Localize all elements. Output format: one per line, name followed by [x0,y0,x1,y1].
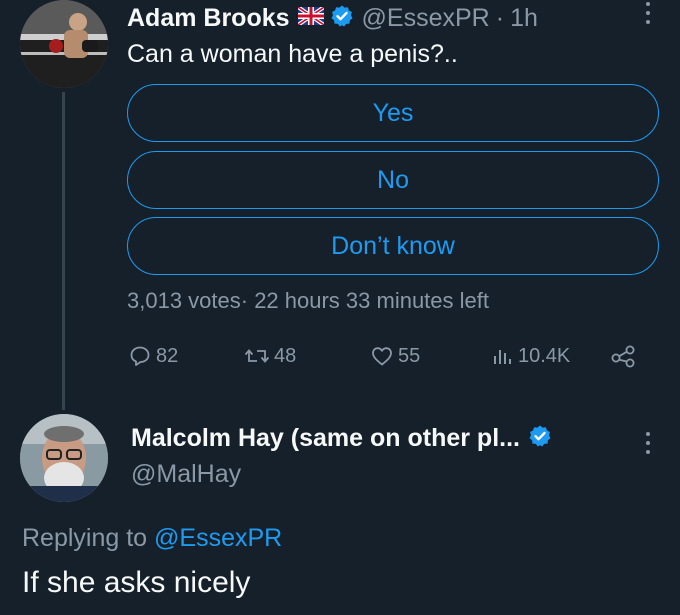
share-icon [611,345,635,368]
more-options-icon[interactable] [638,432,658,454]
separator-dot: · [495,3,505,32]
retweet-count: 48 [274,344,297,367]
reply-author-handle[interactable]: @MalHay [131,460,241,489]
poll-option-no[interactable]: No [127,151,659,209]
tweet-text: Can a woman have a penis?.. [127,40,458,68]
views-icon [494,350,511,364]
author-handle[interactable]: @EssexPR [362,4,490,33]
verified-badge-icon [330,4,354,33]
reply-header: Malcolm Hay (same on other pl... [131,424,552,453]
uk-flag-icon [296,4,325,30]
reply-button[interactable]: 82 [128,344,178,368]
tweet-header: Adam Brooks @EssexPR · 1h [127,0,538,36]
poll-option-dont-know[interactable]: Don’t know [127,217,659,275]
reply-count: 82 [156,344,179,367]
verified-badge-icon [528,424,552,453]
tweet-thread: Adam Brooks @EssexPR · 1h Can a woman ha… [0,0,680,615]
replying-to-mention[interactable]: @EssexPR [154,524,282,552]
replying-to-label: Replying to [22,524,148,552]
author-avatar[interactable] [20,0,108,88]
heart-icon [372,347,392,366]
like-count: 55 [398,344,421,367]
reply-text: If she asks nicely [22,566,251,599]
more-options-icon[interactable] [638,2,658,24]
tweet-actions: 82 48 55 10.4K [0,344,680,380]
retweet-icon [244,349,270,363]
poll-option-yes[interactable]: Yes [127,84,659,142]
reply-icon [130,346,150,366]
reply-author-avatar[interactable] [20,414,108,502]
views-count: 10.4K [518,344,571,367]
reply-author-name[interactable]: Malcolm Hay (same on other pl... [131,424,520,453]
share-button[interactable] [610,344,642,368]
poll-meta: 3,013 votes· 22 hours 33 minutes left [127,288,489,313]
like-button[interactable]: 55 [370,344,420,368]
retweet-button[interactable]: 48 [244,344,296,368]
tweet-time[interactable]: 1h [510,4,538,33]
replying-to: Replying to @EssexPR [22,524,282,553]
views-button[interactable]: 10.4K [490,344,570,368]
author-name[interactable]: Adam Brooks [127,4,290,33]
